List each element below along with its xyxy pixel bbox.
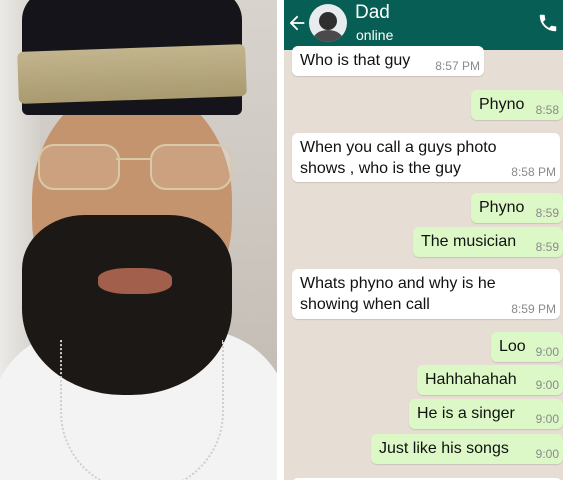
contact-status: online [356,27,394,43]
chat-header: Dad online [284,0,563,50]
message-text: Who is that guy [300,52,411,69]
message-time: 9:00 [535,378,559,392]
photo-cap-band [17,44,247,104]
message-time: 9:00 [535,447,559,461]
message-text: Just like his songs [379,440,509,457]
message-text: Phyno [479,96,525,113]
avatar-head [319,12,337,30]
message-line: shows , who is the guy [300,160,461,177]
photo-mouth [98,268,172,294]
message-text: When you call a guys photo shows , who i… [300,137,497,179]
message-outgoing[interactable]: Phyno 8:59 [471,193,563,223]
message-list: Who is that guy 8:57 PM Phyno 8:58 When … [284,46,563,480]
message-time: 9:00 [535,412,559,426]
message-outgoing[interactable]: Loo 9:00 [491,332,563,362]
message-outgoing[interactable]: Phyno 8:58 [471,90,563,120]
message-time: 8:59 PM [511,302,556,316]
profile-photo [0,0,277,480]
chat-screen: Dad online Who is that guy 8:57 PM Phyno… [284,0,563,480]
photo-glasses-left-lens [38,144,120,190]
contact-name[interactable]: Dad [355,2,390,24]
phone-icon[interactable] [537,12,559,34]
message-incoming[interactable]: When you call a guys photo shows , who i… [292,133,560,182]
message-incoming[interactable]: Who is that guy 8:57 PM [292,46,484,76]
photo-necklace [60,340,224,480]
message-text: Hahhahahah [425,371,517,388]
message-outgoing[interactable]: Just like his songs 9:00 [371,434,563,464]
message-text: Phyno [479,199,525,216]
message-text: He is a singer [417,405,515,422]
message-text: The musician [421,233,517,250]
back-arrow-icon[interactable] [286,12,308,34]
message-line: When you call a guys photo [300,139,497,156]
message-line: Whats phyno and why is he [300,275,496,292]
avatar-body [313,30,343,42]
message-outgoing[interactable]: Hahhahahah 9:00 [417,365,563,395]
message-outgoing[interactable]: The musician 8:59 [413,227,563,257]
photo-glasses-bridge [116,158,150,160]
message-text: Loo [499,338,526,355]
message-time: 8:58 PM [511,165,556,179]
photo-glasses-right-lens [150,144,232,190]
message-time: 8:58 [535,103,559,117]
message-incoming[interactable]: Whats phyno and why is he showing when c… [292,269,560,319]
avatar[interactable] [309,4,347,42]
message-outgoing[interactable]: He is a singer 9:00 [409,399,563,429]
message-text: Whats phyno and why is he showing when c… [300,273,496,315]
message-time: 9:00 [535,345,559,359]
message-time: 8:59 [535,206,559,220]
message-line: showing when call [300,296,430,313]
message-time: 8:59 [535,240,559,254]
message-time: 8:57 PM [435,59,480,73]
